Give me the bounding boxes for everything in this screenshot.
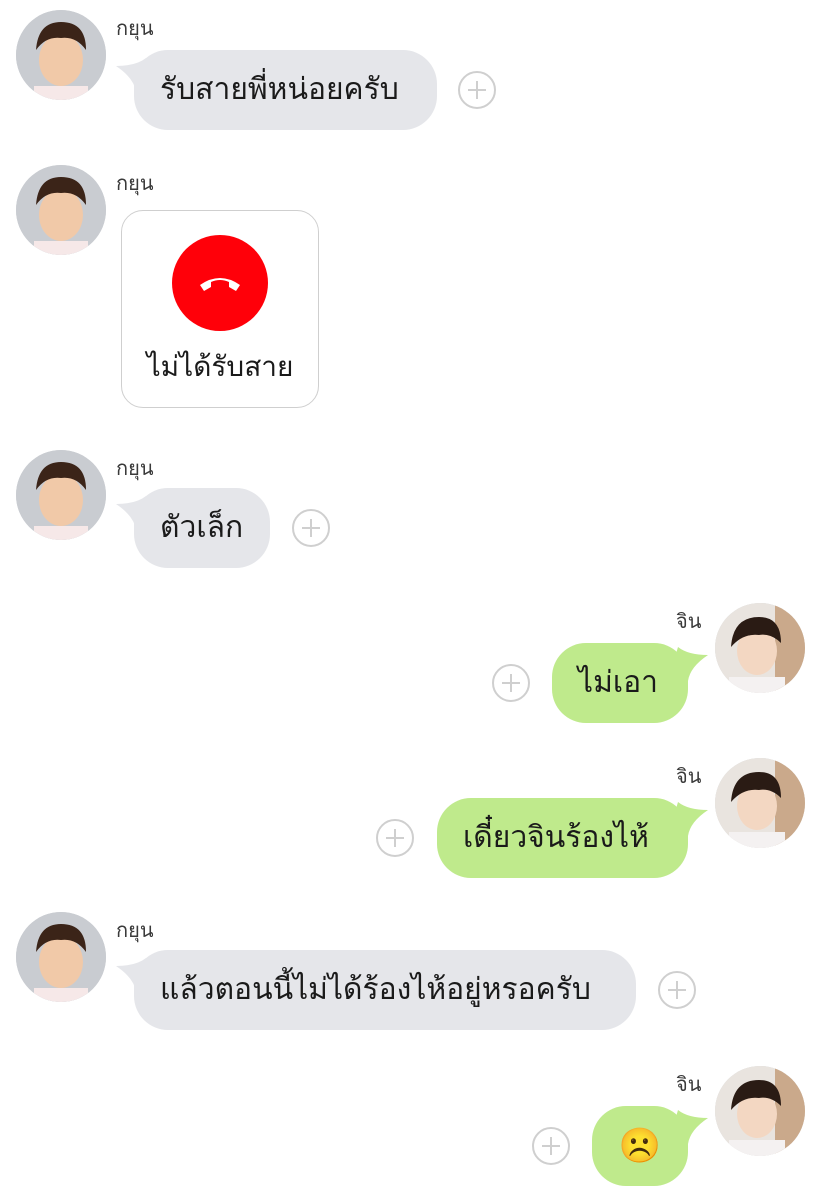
chat-thread: กยุน รับสายพี่หน่อยครับ กยุน ไม่ได้รับสา…	[0, 0, 820, 1200]
message-bubble[interactable]: ☹️	[592, 1106, 688, 1186]
avatar-kayoon[interactable]	[16, 10, 106, 100]
sender-name: กยุน	[116, 918, 154, 942]
avatar-jin[interactable]	[715, 603, 805, 693]
missed-call-icon-circle	[172, 235, 268, 331]
message-bubble[interactable]: เดี๋ยวจินร้องไห้	[437, 798, 688, 878]
sender-name: กยุน	[116, 16, 154, 40]
message-bubble[interactable]: รับสายพี่หน่อยครับ	[134, 50, 437, 130]
add-reaction-button[interactable]	[492, 664, 530, 702]
missed-call-card[interactable]: ไม่ได้รับสาย	[121, 210, 319, 408]
add-reaction-button[interactable]	[658, 971, 696, 1009]
frowning-face-icon: ☹️	[618, 1126, 662, 1166]
add-reaction-button[interactable]	[458, 71, 496, 109]
sender-name: กยุน	[116, 456, 154, 480]
add-reaction-button[interactable]	[532, 1127, 570, 1165]
add-reaction-button[interactable]	[376, 819, 414, 857]
call-status-label: ไม่ได้รับสาย	[146, 350, 294, 383]
message-row: จิน ☹️	[0, 1066, 820, 1196]
phone-hangup-icon	[200, 278, 240, 291]
sender-name: กยุน	[116, 171, 154, 195]
message-row: กยุน ไม่ได้รับสาย	[0, 165, 820, 415]
avatar-kayoon[interactable]	[16, 165, 106, 255]
message-row: จิน เดี๋ยวจินร้องไห้	[0, 758, 820, 888]
message-row: กยุน แล้วตอนนี้ไม่ได้ร้องไห้อยู่หรอครับ	[0, 912, 820, 1042]
message-row: กยุน ตัวเล็ก	[0, 450, 820, 580]
message-row: กยุน รับสายพี่หน่อยครับ	[0, 10, 820, 140]
message-row: จิน ไม่เอา	[0, 603, 820, 733]
message-bubble[interactable]: ตัวเล็ก	[134, 488, 270, 568]
sender-name: จิน	[676, 764, 702, 788]
avatar-kayoon[interactable]	[16, 450, 106, 540]
sender-name: จิน	[676, 609, 702, 633]
add-reaction-button[interactable]	[292, 509, 330, 547]
message-bubble[interactable]: แล้วตอนนี้ไม่ได้ร้องไห้อยู่หรอครับ	[134, 950, 636, 1030]
avatar-kayoon[interactable]	[16, 912, 106, 1002]
avatar-jin[interactable]	[715, 758, 805, 848]
avatar-jin[interactable]	[715, 1066, 805, 1156]
message-bubble[interactable]: ไม่เอา	[552, 643, 688, 723]
sender-name: จิน	[676, 1072, 702, 1096]
